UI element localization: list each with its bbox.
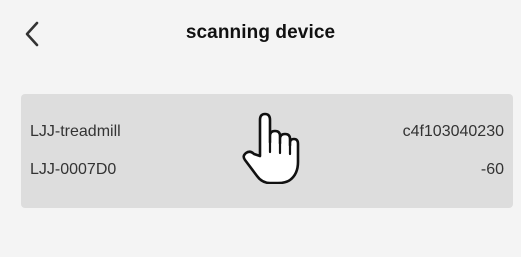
device-list: LJJ-treadmill c4f103040230 LJJ-0007D0 -6… bbox=[21, 94, 513, 208]
device-name: LJJ-treadmill bbox=[30, 123, 121, 140]
device-rssi: -60 bbox=[480, 161, 504, 178]
device-item[interactable]: LJJ-0007D0 -60 bbox=[21, 156, 513, 186]
device-item[interactable]: LJJ-treadmill c4f103040230 bbox=[21, 118, 513, 148]
header-bar: scanning device bbox=[0, 0, 521, 70]
scanning-device-screen: scanning device LJJ-treadmill c4f1030402… bbox=[0, 0, 521, 257]
device-mac: c4f103040230 bbox=[402, 123, 504, 140]
page-title: scanning device bbox=[185, 22, 336, 43]
device-name: LJJ-0007D0 bbox=[30, 161, 117, 178]
